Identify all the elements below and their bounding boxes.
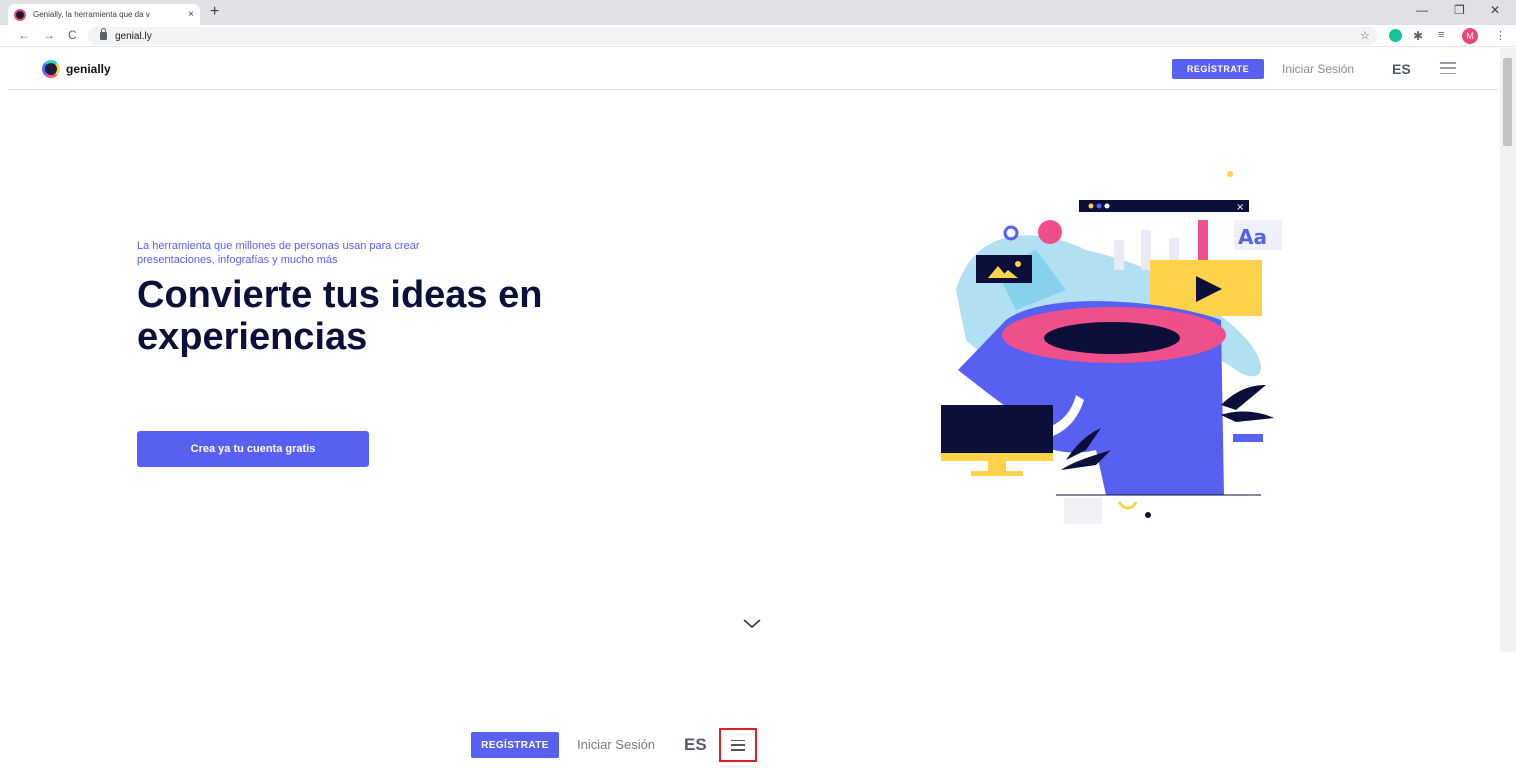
zoomed-menu-icon: [731, 739, 745, 751]
chevron-down-icon[interactable]: [742, 616, 762, 630]
svg-text:×: ×: [1236, 202, 1244, 213]
zoom-area: [0, 652, 1516, 768]
logo-text: genially: [66, 62, 111, 76]
register-button[interactable]: REGÍSTRATE: [1172, 59, 1264, 79]
language-selector[interactable]: ES: [1392, 61, 1411, 77]
genially-logo[interactable]: genially: [42, 60, 111, 78]
url-text: genial.ly: [115, 30, 152, 42]
extensions-icon[interactable]: ✱: [1413, 29, 1423, 43]
restore-button[interactable]: ❐: [1454, 3, 1465, 17]
zoomed-login-link[interactable]: Iniciar Sesión: [577, 737, 655, 752]
browser-tab-bar: Genially, la herramienta que da v × + — …: [0, 0, 1516, 25]
zoomed-register-button[interactable]: REGÍSTRATE: [471, 732, 559, 758]
window-close-button[interactable]: ✕: [1490, 3, 1500, 17]
address-bar-row: ← → C genial.ly ☆ ✱ ≡ M ⋮: [0, 25, 1516, 47]
bookmark-star-icon[interactable]: ☆: [1360, 29, 1370, 42]
site-header: genially REGÍSTRATE Iniciar Sesión ES: [8, 48, 1498, 90]
zoomed-menu-button-highlight[interactable]: [719, 728, 757, 762]
back-button[interactable]: ←: [18, 28, 30, 42]
zoomed-language-selector[interactable]: ES: [684, 735, 707, 755]
url-input[interactable]: genial.ly: [88, 27, 1378, 45]
create-account-button[interactable]: Crea ya tu cuenta gratis: [137, 431, 369, 467]
reload-button[interactable]: C: [68, 28, 77, 42]
lock-icon: [100, 28, 107, 40]
forward-button[interactable]: →: [43, 28, 55, 42]
page-scrollbar[interactable]: [1500, 48, 1516, 652]
genially-logo-icon: [42, 60, 60, 78]
menu-icon[interactable]: [1440, 62, 1456, 74]
tab-close-icon[interactable]: ×: [188, 9, 194, 20]
media-control-icon[interactable]: ≡: [1438, 29, 1444, 41]
minimize-button[interactable]: —: [1416, 3, 1428, 17]
hero-illustration: × Aa: [941, 171, 1282, 524]
new-tab-button[interactable]: +: [210, 3, 219, 21]
browser-tab[interactable]: Genially, la herramienta que da v ×: [8, 4, 200, 25]
illustration-aa-text: Aa: [1238, 225, 1267, 249]
grammarly-extension-icon[interactable]: [1389, 29, 1402, 42]
genially-favicon-icon: [14, 8, 26, 21]
hero-subtitle: La herramienta que millones de personas …: [137, 240, 420, 266]
profile-avatar[interactable]: M: [1462, 28, 1478, 44]
hero-headline: Convierte tus ideas en experiencias: [137, 274, 543, 358]
tab-title: Genially, la herramienta que da v: [33, 10, 150, 19]
scrollbar-thumb[interactable]: [1503, 58, 1512, 146]
login-link[interactable]: Iniciar Sesión: [1282, 62, 1354, 76]
browser-menu-icon[interactable]: ⋮: [1495, 29, 1506, 42]
